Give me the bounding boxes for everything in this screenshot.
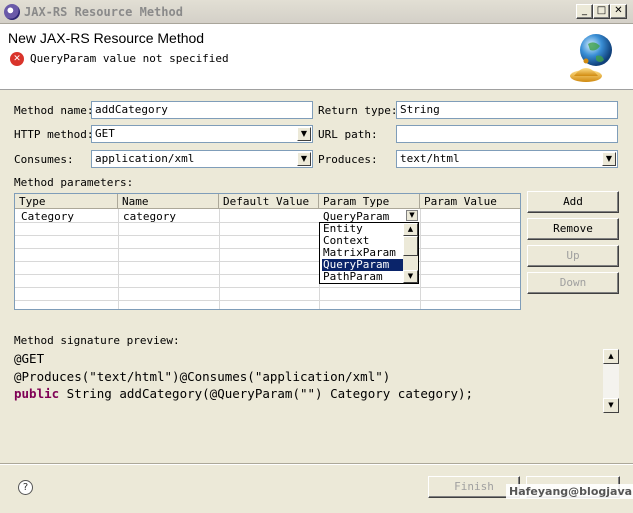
scroll-thumb[interactable] (403, 236, 418, 256)
up-button[interactable]: Up (527, 245, 619, 267)
globe-bell-icon (570, 34, 612, 82)
dropdown-arrow-icon[interactable]: ▼ (602, 152, 616, 166)
eclipse-icon (4, 4, 20, 20)
table-cell-name[interactable]: category (119, 210, 180, 223)
error-icon: ✕ (10, 52, 24, 66)
method-parameters-label: Method parameters: (14, 176, 134, 189)
footer-separator (0, 463, 633, 465)
consumes-select[interactable]: application/xml ▼ (91, 150, 313, 168)
parameters-table[interactable]: Type Name Default Value Param Type Param… (14, 193, 521, 310)
column-header-name[interactable]: Name (118, 194, 219, 209)
return-type-label: Return type: (318, 104, 398, 117)
wizard-header: New JAX-RS Resource Method ✕ QueryParam … (0, 24, 633, 90)
param-type-combo[interactable]: QueryParam ▼ (319, 209, 419, 223)
url-path-label: URL path: (318, 128, 378, 141)
preview-line-3: public String addCategory(@QueryParam(""… (14, 386, 473, 401)
add-button[interactable]: Add (527, 191, 619, 213)
scroll-up-icon[interactable]: ▲ (603, 349, 619, 364)
column-header-param-value[interactable]: Param Value (420, 194, 520, 209)
down-button[interactable]: Down (527, 272, 619, 294)
signature-preview-label: Method signature preview: (14, 334, 180, 347)
help-icon[interactable]: ? (18, 480, 33, 495)
maximize-button[interactable]: □ (593, 4, 610, 19)
preview-line-3-rest: String addCategory(@QueryParam("") Categ… (59, 386, 474, 401)
keyword-public: public (14, 386, 60, 401)
param-type-value: QueryParam (323, 210, 390, 223)
dropdown-arrow-icon[interactable]: ▼ (406, 210, 418, 221)
watermark-text: Hafeyang@blogjava (506, 484, 633, 499)
table-cell-default[interactable] (220, 210, 228, 222)
consumes-value: application/xml (95, 152, 195, 165)
produces-select[interactable]: text/html ▼ (396, 150, 618, 168)
close-button[interactable]: ✕ (610, 4, 627, 19)
dropdown-arrow-icon[interactable]: ▼ (297, 152, 311, 166)
consumes-label: Consumes: (14, 153, 74, 166)
param-type-dropdown-list[interactable]: Entity Context MatrixParam QueryParam Pa… (319, 222, 419, 284)
title-bar: JAX-RS Resource Method _ □ ✕ (0, 0, 633, 24)
error-message: QueryParam value not specified (30, 52, 229, 65)
table-cell-param-value[interactable] (421, 210, 429, 222)
window-title: JAX-RS Resource Method (24, 5, 183, 19)
produces-value: text/html (400, 152, 460, 165)
remove-button[interactable]: Remove (527, 218, 619, 240)
http-method-value: GET (95, 127, 115, 140)
scroll-down-icon[interactable]: ▼ (603, 398, 619, 413)
url-path-input[interactable] (396, 125, 618, 143)
dropdown-arrow-icon[interactable]: ▼ (297, 127, 311, 141)
scroll-down-icon[interactable]: ▼ (403, 270, 418, 283)
return-type-input[interactable]: String (396, 101, 618, 119)
column-header-default-value[interactable]: Default Value (219, 194, 319, 209)
table-header: Type Name Default Value Param Type Param… (15, 194, 520, 209)
preview-line-2: @Produces("text/html")@Consumes("applica… (14, 369, 391, 384)
http-method-label: HTTP method: (14, 128, 94, 141)
page-title: New JAX-RS Resource Method (8, 30, 205, 46)
minimize-button[interactable]: _ (576, 4, 593, 19)
column-header-type[interactable]: Type (15, 194, 118, 209)
produces-label: Produces: (318, 153, 378, 166)
column-header-param-type[interactable]: Param Type (319, 194, 420, 209)
scroll-up-icon[interactable]: ▲ (403, 223, 418, 236)
preview-scrollbar[interactable]: ▲ ▼ (603, 349, 619, 413)
dropdown-scrollbar[interactable]: ▲ ▼ (403, 223, 418, 283)
method-name-label: Method name: (14, 104, 94, 117)
method-name-input[interactable]: addCategory (91, 101, 313, 119)
table-cell-type[interactable]: Category (17, 210, 78, 223)
dropdown-option-pathparam[interactable]: PathParam (322, 271, 404, 283)
http-method-select[interactable]: GET ▼ (91, 125, 313, 143)
preview-line-1: @GET (14, 351, 45, 366)
